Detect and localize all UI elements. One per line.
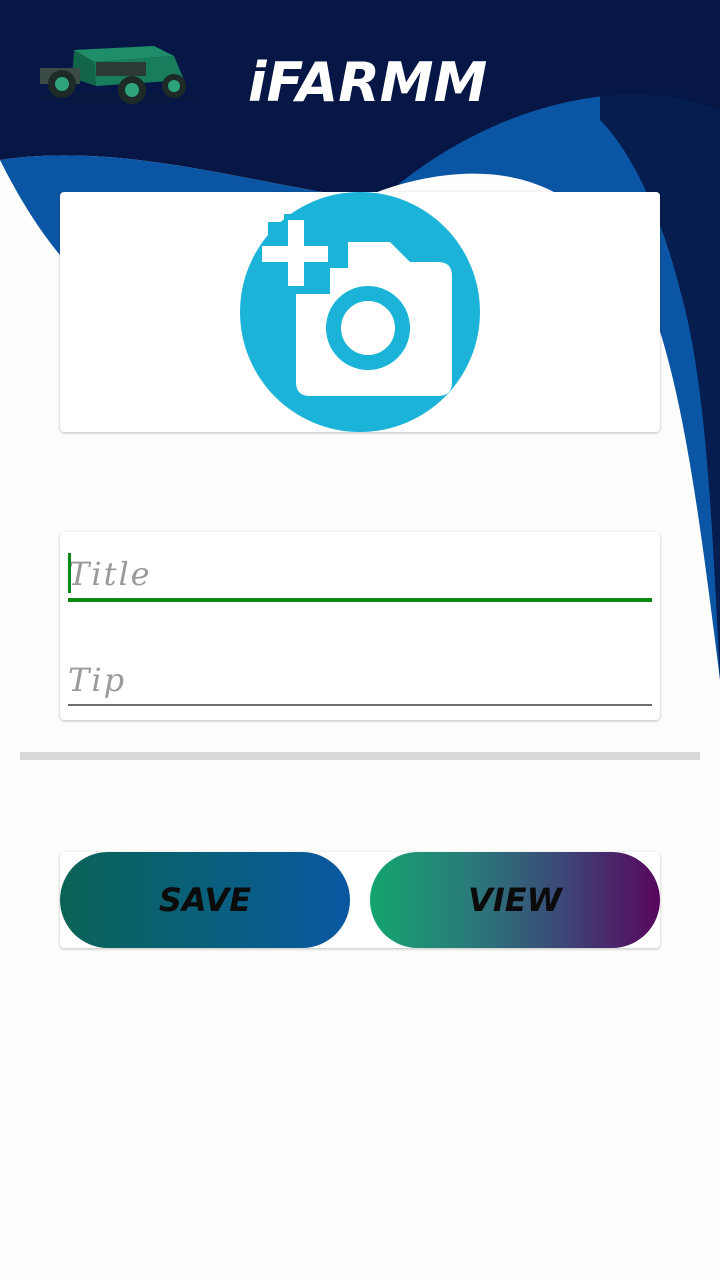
add-photo-icon[interactable] (240, 192, 480, 432)
tip-form-card (60, 532, 660, 720)
save-button[interactable]: SAVE (60, 852, 350, 948)
tractor-icon (39, 46, 195, 104)
app-screen: iFARMM SAVE VIEW (0, 0, 720, 1280)
title-input[interactable] (68, 550, 652, 598)
tip-input[interactable] (68, 656, 652, 704)
view-button[interactable]: VIEW (370, 852, 660, 948)
app-title: iFARMM (248, 51, 488, 114)
text-cursor (68, 553, 71, 593)
tip-underline (68, 704, 652, 706)
divider (20, 752, 700, 760)
photo-picker-card (60, 192, 660, 432)
tip-field (68, 656, 652, 706)
title-field (68, 550, 652, 602)
title-underline (68, 598, 652, 602)
action-buttons-card: SAVE VIEW (60, 852, 660, 948)
